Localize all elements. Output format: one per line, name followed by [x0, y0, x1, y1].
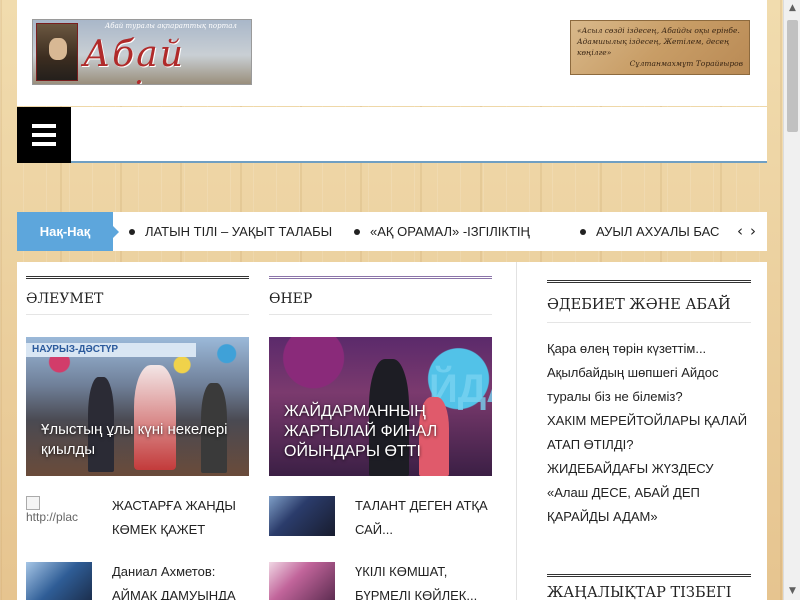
featured-caption[interactable]: ЖАЙДАРМАННЫҢ ЖАРТЫЛАЙ ФИНАЛ ОЙЫНДАРЫ ӨТТ… [284, 402, 482, 462]
sidebar-divider [516, 262, 517, 600]
bullet-icon [580, 228, 586, 235]
article-title[interactable]: ТАЛАНТ ДЕГЕН АТҚА САЙ... [355, 494, 495, 542]
thumbnail-alt-text: http://plac [26, 510, 79, 524]
scrollbar-thumb[interactable] [787, 20, 798, 132]
bullet-icon [129, 228, 135, 235]
sidebar-link[interactable]: Ақылбайдың шөпшегі Айдос туралы біз не б… [547, 361, 751, 409]
main-navigation [17, 107, 767, 163]
featured-article[interactable]: ЙДА ЖАЙДАРМАННЫҢ ЖАРТЫЛАЙ ФИНАЛ ОЙЫНДАРЫ… [269, 337, 492, 476]
sidebar-link[interactable]: ЖИДЕБАЙДАҒЫ ЖҮЗДЕСУ [547, 457, 751, 481]
chevron-left-icon[interactable]: ‹ [737, 222, 743, 240]
sidebar-literature: ӘДЕБИЕТ ЖӘНЕ АБАЙ Қара өлең төрін күзетт… [547, 280, 751, 529]
section-arts: ӨНЕР ЙДА ЖАЙДАРМАННЫҢ ЖАРТЫЛАЙ ФИНАЛ ОЙЫ… [269, 276, 492, 600]
menu-button[interactable] [17, 107, 71, 163]
menu-icon-bar [32, 142, 56, 146]
ticker-label-arrow [113, 226, 119, 238]
logo-text: Абай елі [83, 34, 185, 84]
sidebar-link[interactable]: Қара өлең төрін күзеттім... [547, 337, 751, 361]
ticker-item-text: «АҚ ОРАМАЛ» -ІЗГІЛІКТІҢ [370, 224, 530, 239]
news-ticker: Нақ-Нақ ЛАТЫН ТІЛІ – УАҚЫТ ТАЛАБЫ «АҚ ОР… [17, 212, 767, 251]
section-heading[interactable]: ӘЛЕУМЕТ [26, 279, 249, 315]
ticker-item[interactable]: ЛАТЫН ТІЛІ – УАҚЫТ ТАЛАБЫ [129, 212, 332, 251]
list-item[interactable]: ТАЛАНТ ДЕГЕН АТҚА САЙ... [269, 494, 492, 560]
ticker-item-text: АУЫЛ АХУАЛЫ БАС [596, 224, 720, 239]
sidebar-news: ЖАҢАЛЫҚТАР ТІЗБЕГІ [547, 574, 751, 600]
ticker-controls: ‹ › [733, 212, 767, 251]
list-item[interactable]: ҮКІЛІ КӨМШАТ, БҮРМЕЛІ КӨЙЛЕК... [269, 560, 492, 600]
broken-image-icon [26, 496, 40, 510]
section-heading[interactable]: ӨНЕР [269, 279, 492, 315]
logo-portrait [36, 23, 78, 81]
section-social: ӘЛЕУМЕТ НАУРЫЗ-ДӘСТҮР Ұлыстың ұлы күні н… [26, 276, 249, 600]
sidebar-heading[interactable]: ӘДЕБИЕТ ЖӘНЕ АБАЙ [547, 283, 751, 323]
sidebar-link[interactable]: ХАКІМ МЕРЕЙТОЙЛАРЫ ҚАЛАЙ АТАП ӨТІЛДІ? [547, 409, 751, 457]
bullet-icon [354, 228, 360, 235]
logo-portrait-face [49, 38, 67, 60]
article-thumbnail[interactable] [269, 496, 335, 536]
article-thumbnail[interactable] [26, 562, 92, 600]
article-thumbnail[interactable] [269, 562, 335, 600]
featured-caption[interactable]: Ұлыстың ұлы күні некелері қиылды [41, 420, 239, 460]
ticker-item-text: ЛАТЫН ТІЛІ – УАҚЫТ ТАЛАБЫ [145, 224, 333, 239]
article-title[interactable]: ЖАСТАРҒА ЖАНДЫ КӨМЕК ҚАЖЕТ [112, 494, 252, 542]
quote-line-2: Адамшылық іздесең, Жетілем, десең көңілг… [577, 37, 730, 57]
article-title[interactable]: Даниал Ахметов: АЙМАҚ ДАМУЫНДА [112, 560, 252, 600]
sidebar-link[interactable]: «Алаш ДЕСЕ, АБАЙ ДЕП ҚАРАЙДЫ АДАМ» [547, 481, 751, 529]
sidebar-links: Қара өлең төрін күзеттім... Ақылбайдың ш… [547, 323, 751, 529]
quote-author: Сұлтанмахмұт Торайғыров [629, 59, 743, 68]
list-item[interactable]: Даниал Ахметов: АЙМАҚ ДАМУЫНДА [26, 560, 249, 600]
photo-banner-text: НАУРЫЗ-ДӘСТҮР [26, 343, 196, 357]
ticker-label: Нақ-Нақ [17, 212, 113, 251]
menu-icon-bar [32, 124, 56, 128]
list-item[interactable]: http://plac ЖАСТАРҒА ЖАНДЫ КӨМЕК ҚАЖЕТ [26, 494, 249, 560]
vertical-scrollbar[interactable]: ▲ ▼ [783, 0, 800, 600]
quote-banner: «Асыл сөзді іздесең, Абайды оқы ерінбе. … [570, 20, 750, 75]
chevron-right-icon[interactable]: › [750, 222, 756, 240]
site-logo[interactable]: Абай туралы ақпараттық портал Абай елі [32, 19, 252, 85]
scroll-down-icon[interactable]: ▼ [784, 583, 800, 600]
ticker-item[interactable]: АУЫЛ АХУАЛЫ БАС [580, 212, 719, 251]
sidebar-heading[interactable]: ЖАҢАЛЫҚТАР ТІЗБЕГІ [547, 577, 751, 600]
featured-article[interactable]: НАУРЫЗ-ДӘСТҮР Ұлыстың ұлы күні некелері … [26, 337, 249, 476]
site-header: Абай туралы ақпараттық портал Абай елі «… [17, 0, 767, 106]
menu-icon-bar [32, 133, 56, 137]
ticker-item[interactable]: «АҚ ОРАМАЛ» -ІЗГІЛІКТІҢ [354, 212, 530, 251]
logo-tagline: Абай туралы ақпараттық портал [105, 22, 237, 30]
quote-line-1: «Асыл сөзді іздесең, Абайды оқы ерінбе. [577, 26, 740, 35]
article-thumbnail[interactable]: http://plac [26, 496, 92, 536]
article-title[interactable]: ҮКІЛІ КӨМШАТ, БҮРМЕЛІ КӨЙЛЕК... [355, 560, 495, 600]
scroll-up-icon[interactable]: ▲ [784, 0, 800, 17]
